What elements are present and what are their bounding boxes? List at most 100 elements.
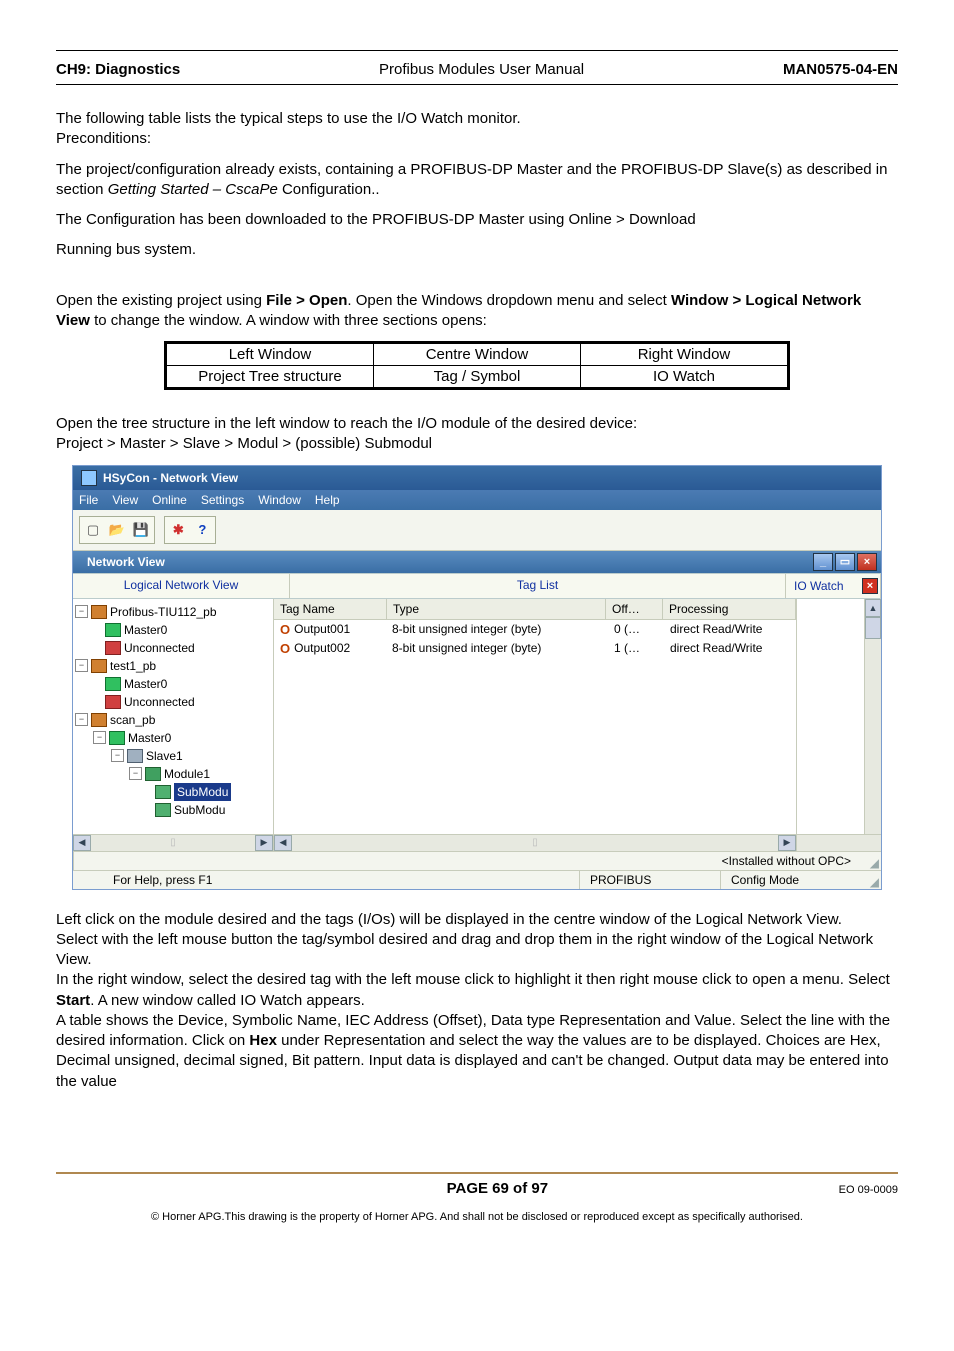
- tree-node[interactable]: −Module1: [75, 765, 271, 783]
- tree-node[interactable]: −test1_pb: [75, 657, 271, 675]
- collapse-icon[interactable]: −: [129, 767, 142, 780]
- tree-pane[interactable]: −Profibus-TIU112_pb Master0 Unconnected …: [73, 599, 274, 834]
- output-icon: O: [280, 622, 290, 637]
- collapse-icon[interactable]: −: [75, 605, 88, 618]
- network-view-titlebar[interactable]: Network View _ ▭ ×: [73, 551, 881, 573]
- close-icon[interactable]: ×: [862, 578, 878, 594]
- scroll-left-icon[interactable]: ◀: [274, 835, 292, 851]
- tree-node[interactable]: −Slave1: [75, 747, 271, 765]
- menu-online[interactable]: Online: [152, 493, 187, 507]
- help-icon[interactable]: ?: [191, 519, 213, 541]
- col-header-mid: Tag List: [290, 574, 786, 598]
- collapse-icon[interactable]: −: [75, 713, 88, 726]
- tag-row[interactable]: OOutput002 8-bit unsigned integer (byte)…: [274, 639, 796, 658]
- page-header: CH9: Diagnostics Profibus Modules User M…: [56, 57, 898, 85]
- body-text: Open the existing project using File > O…: [56, 291, 898, 332]
- header-right: MAN0575-04-EN: [783, 61, 898, 78]
- menu-window[interactable]: Window: [258, 493, 301, 507]
- network-icon: [91, 659, 107, 673]
- body-text: Preconditions:: [56, 129, 898, 149]
- col-header-left: Logical Network View: [73, 574, 290, 598]
- page-number: PAGE 69 of 97: [156, 1180, 839, 1197]
- body-text: Left click on the module desired and the…: [56, 910, 898, 930]
- io-watch-pane[interactable]: ▲: [797, 599, 881, 834]
- tree-node[interactable]: −scan_pb: [75, 711, 271, 729]
- scrollbar-vertical[interactable]: ▲: [864, 599, 881, 834]
- debug-icon[interactable]: ✱: [167, 519, 189, 541]
- tree-node[interactable]: Master0: [75, 621, 271, 639]
- body-text: Project > Master > Slave > Modul > (poss…: [56, 434, 898, 454]
- hsycon-window: HSyCon - Network View File View Online S…: [72, 465, 882, 890]
- title-bar[interactable]: HSyCon - Network View: [73, 466, 881, 490]
- module-icon: [145, 767, 161, 781]
- scrollbar-horizontal: [797, 834, 881, 851]
- col-tag-name[interactable]: Tag Name: [274, 599, 387, 619]
- column-headers: Logical Network View Tag List IO Watch ×: [73, 573, 881, 599]
- tag-row[interactable]: OOutput001 8-bit unsigned integer (byte)…: [274, 620, 796, 639]
- master-icon: [105, 623, 121, 637]
- scrollbar-horizontal[interactable]: ◀ ▯ ▶: [274, 834, 797, 851]
- tag-list-pane[interactable]: Tag Name Type Off… Processing OOutput001…: [274, 599, 797, 834]
- scrollbar-horizontal[interactable]: ◀ ▯ ▶: [73, 834, 274, 851]
- tree-node[interactable]: SubModu: [75, 801, 271, 819]
- body-text: Open the tree structure in the left wind…: [56, 414, 898, 434]
- header-center: Profibus Modules User Manual: [379, 61, 584, 78]
- submodule-icon: [155, 785, 171, 799]
- collapse-icon[interactable]: −: [93, 731, 106, 744]
- collapse-icon[interactable]: −: [75, 659, 88, 672]
- new-file-icon[interactable]: ▢: [82, 519, 104, 541]
- body-text: The Configuration has been downloaded to…: [56, 210, 898, 230]
- tree-node[interactable]: Unconnected: [75, 639, 271, 657]
- tree-node[interactable]: Unconnected: [75, 693, 271, 711]
- resize-grip-icon[interactable]: ◢: [861, 871, 881, 889]
- maximize-icon[interactable]: ▭: [835, 553, 855, 571]
- menu-help[interactable]: Help: [315, 493, 340, 507]
- scroll-right-icon[interactable]: ▶: [778, 835, 796, 851]
- tree-node[interactable]: −Profibus-TIU112_pb: [75, 603, 271, 621]
- table-row: Project Tree structure Tag / Symbol IO W…: [167, 366, 788, 388]
- close-icon[interactable]: ×: [857, 553, 877, 571]
- body-text: A table shows the Device, Symbolic Name,…: [56, 1011, 898, 1092]
- scroll-thumb[interactable]: [865, 617, 881, 639]
- unconnected-icon: [105, 641, 121, 655]
- submodule-icon: [155, 803, 171, 817]
- body-text: In the right window, select the desired …: [56, 970, 898, 1011]
- tree-node[interactable]: Master0: [75, 675, 271, 693]
- window-sections-table: Left Window Centre Window Right Window P…: [166, 343, 788, 388]
- body-text: The following table lists the typical st…: [56, 109, 898, 129]
- tree-node-selected[interactable]: SubModu: [75, 783, 271, 801]
- col-offset[interactable]: Off…: [606, 599, 663, 619]
- save-file-icon[interactable]: 💾: [130, 519, 152, 541]
- minimize-icon[interactable]: _: [813, 553, 833, 571]
- resize-grip-icon[interactable]: ◢: [861, 852, 881, 870]
- status-opc: <Installed without OPC>: [73, 852, 861, 870]
- col-processing[interactable]: Processing: [663, 599, 796, 619]
- menu-settings[interactable]: Settings: [201, 493, 244, 507]
- scroll-left-icon[interactable]: ◀: [73, 835, 91, 851]
- menu-view[interactable]: View: [112, 493, 138, 507]
- col-type[interactable]: Type: [387, 599, 606, 619]
- unconnected-icon: [105, 695, 121, 709]
- network-icon: [91, 713, 107, 727]
- network-icon: [91, 605, 107, 619]
- menu-file[interactable]: File: [79, 493, 98, 507]
- body-text: Select with the left mouse button the ta…: [56, 930, 898, 971]
- master-icon: [105, 677, 121, 691]
- slave-icon: [127, 749, 143, 763]
- col-header-right: IO Watch ×: [786, 574, 881, 598]
- scroll-up-icon[interactable]: ▲: [865, 599, 881, 617]
- table-row: Left Window Centre Window Right Window: [167, 344, 788, 366]
- copyright: © Horner APG.This drawing is the propert…: [56, 1211, 898, 1223]
- doc-code: EO 09-0009: [839, 1184, 898, 1196]
- tree-node[interactable]: −Master0: [75, 729, 271, 747]
- menu-bar: File View Online Settings Window Help: [73, 490, 881, 510]
- body-text: The project/configuration already exists…: [56, 160, 898, 201]
- status-bus: PROFIBUS: [579, 871, 720, 889]
- scroll-right-icon[interactable]: ▶: [255, 835, 273, 851]
- app-icon: [81, 470, 97, 486]
- open-file-icon[interactable]: 📂: [106, 519, 128, 541]
- toolbar: ▢ 📂 💾 ✱ ?: [73, 510, 881, 551]
- body-text: Running bus system.: [56, 240, 898, 260]
- collapse-icon[interactable]: −: [111, 749, 124, 762]
- status-help: For Help, press F1: [73, 871, 579, 889]
